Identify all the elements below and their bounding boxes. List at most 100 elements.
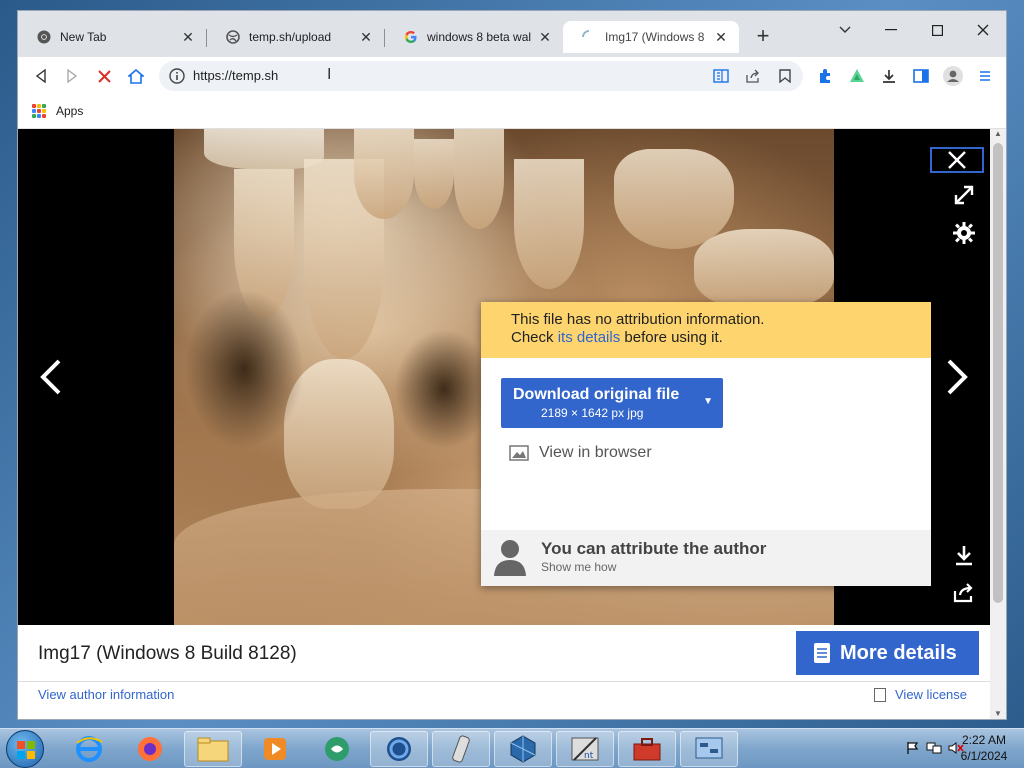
taskbar: nt 2:22 AM 6/1/2024 — [0, 728, 1024, 768]
bookmark-icon[interactable] — [772, 63, 798, 89]
close-tab-icon[interactable]: ✕ — [537, 29, 553, 46]
download-icon[interactable] — [876, 63, 902, 89]
url-text: https://temp.sh — [193, 68, 279, 83]
minimize-button[interactable] — [868, 15, 914, 45]
browser-window: New Tab ✕ temp.sh/upload ✕ windows 8 bet… — [17, 10, 1007, 720]
stop-loading-button[interactable] — [91, 63, 117, 89]
google-icon — [403, 29, 419, 45]
text-cursor-icon: I — [327, 66, 332, 83]
scroll-down-icon[interactable]: ▼ — [990, 709, 1006, 719]
reading-mode-icon[interactable] — [708, 63, 734, 89]
document-icon — [814, 643, 830, 663]
close-tab-icon[interactable]: ✕ — [358, 29, 374, 46]
system-clock[interactable]: 2:22 AM 6/1/2024 — [954, 732, 1014, 764]
tab-new-tab[interactable]: New Tab ✕ — [18, 21, 206, 53]
dropdown-caret-icon[interactable]: ▼ — [703, 396, 713, 407]
scrollbar-thumb[interactable] — [993, 143, 1003, 603]
extensions-icon[interactable] — [812, 63, 838, 89]
tab-img17[interactable]: Img17 (Windows 8 B ✕ — [563, 21, 739, 53]
virtualbox-icon[interactable] — [494, 731, 552, 767]
notepad-icon[interactable] — [432, 731, 490, 767]
attribute-title: You can attribute the author — [541, 539, 767, 558]
chrome-taskbar-icon[interactable] — [370, 731, 428, 767]
viewer-download-icon[interactable] — [944, 541, 984, 569]
address-bar[interactable]: https://temp.sh I — [159, 61, 803, 91]
internet-explorer-icon[interactable] — [60, 731, 118, 767]
download-label: Download original file — [513, 386, 680, 403]
warning-line1: This file has no attribution information… — [511, 311, 765, 328]
tab-strip: New Tab ✕ temp.sh/upload ✕ windows 8 bet… — [18, 11, 1006, 57]
tab-title: windows 8 beta wall — [427, 30, 531, 44]
clock-time: 2:22 AM — [961, 733, 1007, 747]
settings-gear-icon[interactable] — [944, 219, 984, 247]
next-image-button[interactable] — [938, 357, 978, 397]
bookmarks-bar: Apps — [18, 95, 1006, 129]
view-license-link[interactable]: View license — [874, 687, 967, 702]
warning-line2: Check its details before using it. — [511, 329, 723, 346]
show-me-how-link[interactable]: Show me how — [541, 560, 616, 574]
apps-grid-icon — [32, 104, 46, 118]
loading-icon — [581, 29, 597, 45]
extension-triangle-icon[interactable] — [844, 63, 870, 89]
apps-label: Apps — [56, 104, 84, 118]
control-panel-icon[interactable] — [680, 731, 738, 767]
tab-temp-upload[interactable]: temp.sh/upload ✕ — [207, 21, 384, 53]
nt-tool-icon[interactable]: nt — [556, 731, 614, 767]
image-title: Img17 (Windows 8 Build 8128) — [38, 643, 297, 664]
tab-title: temp.sh/upload — [249, 30, 332, 44]
tab-title: New Tab — [60, 30, 107, 44]
new-tab-button[interactable]: + — [751, 25, 775, 49]
toolbox-icon[interactable] — [618, 731, 676, 767]
footer-divider — [18, 681, 990, 682]
fullscreen-icon[interactable] — [944, 181, 984, 209]
menu-icon[interactable] — [972, 63, 998, 89]
profile-avatar-icon[interactable] — [940, 63, 966, 89]
image-icon — [509, 445, 529, 461]
scroll-up-icon[interactable]: ▲ — [990, 129, 1006, 141]
action-center-flag-icon[interactable] — [906, 741, 920, 760]
more-details-label: More details — [840, 641, 957, 664]
close-viewer-button[interactable] — [930, 147, 984, 173]
license-icon — [874, 687, 886, 702]
media-player-icon[interactable] — [246, 731, 304, 767]
maximize-button[interactable] — [914, 15, 960, 45]
file-explorer-icon[interactable] — [184, 731, 242, 767]
tab-search-button[interactable] — [822, 15, 868, 45]
info-icon[interactable] — [169, 68, 185, 84]
view-in-browser-link[interactable]: View in browser — [509, 444, 652, 462]
tab-google-search[interactable]: windows 8 beta wall ✕ — [385, 21, 563, 53]
back-button[interactable] — [28, 63, 54, 89]
network-icon[interactable] — [926, 741, 942, 760]
home-button[interactable] — [123, 63, 149, 89]
toolbar: https://temp.sh I — [18, 57, 1006, 95]
media-viewer: This file has no attribution information… — [18, 129, 990, 719]
view-in-browser-label: View in browser — [539, 444, 652, 461]
its-details-link[interactable]: its details — [558, 329, 621, 346]
view-license-label: View license — [895, 687, 968, 702]
apps-shortcut[interactable]: Apps — [32, 104, 83, 118]
close-tab-icon[interactable]: ✕ — [180, 29, 196, 46]
previous-image-button[interactable] — [30, 357, 70, 397]
close-tab-icon[interactable]: ✕ — [713, 29, 729, 46]
close-window-button[interactable] — [960, 15, 1006, 45]
more-details-button[interactable]: More details — [796, 631, 979, 675]
chrome-icon — [36, 29, 52, 45]
download-size-label: 2189 × 1642 px jpg — [541, 406, 644, 420]
attribution-warning: This file has no attribution information… — [481, 302, 931, 358]
viewer-share-icon[interactable] — [944, 579, 984, 607]
attribute-author-section[interactable]: You can attribute the author Show me how — [481, 530, 931, 586]
view-author-link[interactable]: View author information — [38, 687, 174, 702]
forward-button[interactable] — [59, 63, 85, 89]
svg-text:nt: nt — [584, 751, 594, 761]
side-panel-icon[interactable] — [908, 63, 934, 89]
globe-icon — [225, 29, 241, 45]
chat-app-icon[interactable] — [308, 731, 366, 767]
share-icon[interactable] — [740, 63, 766, 89]
page-scrollbar[interactable]: ▲ ▼ — [990, 129, 1006, 719]
download-popup: This file has no attribution information… — [481, 302, 931, 586]
viewer-footer: Img17 (Windows 8 Build 8128) More detail… — [18, 625, 990, 719]
firefox-icon[interactable] — [121, 731, 179, 767]
start-button[interactable] — [6, 730, 44, 768]
download-original-button[interactable]: Download original file 2189 × 1642 px jp… — [501, 378, 723, 428]
tab-title: Img17 (Windows 8 B — [605, 30, 707, 44]
